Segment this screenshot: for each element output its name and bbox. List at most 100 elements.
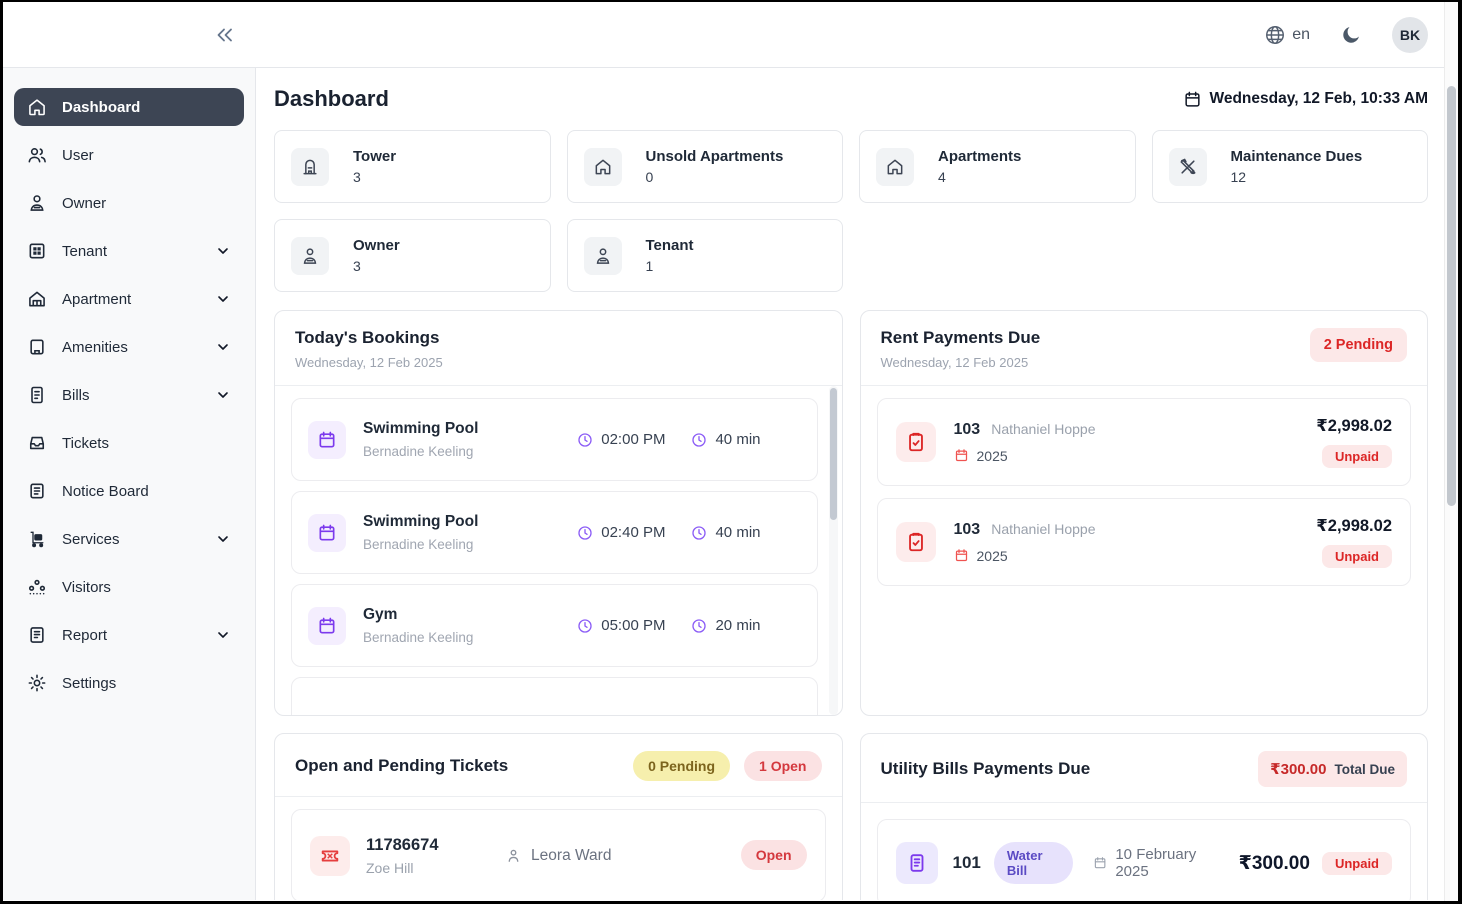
stat-card-owner[interactable]: Owner3	[274, 219, 551, 292]
bookings-list: Swimming Pool Bernadine Keeling 02:00 PM…	[275, 386, 842, 715]
stat-card-tower[interactable]: Tower 3	[274, 130, 551, 203]
stat-card-tenant[interactable]: Tenant1	[567, 219, 844, 292]
stat-label: Tower	[353, 148, 396, 165]
home-outline-icon	[885, 157, 905, 177]
sidebar-item-label: Dashboard	[62, 99, 231, 116]
services-cart-icon	[27, 529, 47, 549]
ticket-icon	[319, 845, 341, 867]
stat-label: Unsold Apartments	[646, 148, 784, 165]
total-due-label: Total Due	[1335, 762, 1396, 777]
language-label: en	[1292, 26, 1310, 44]
panel-title: Today's Bookings	[295, 328, 443, 348]
sidebar-item-label: Tickets	[62, 435, 231, 452]
sidebar-item-tickets[interactable]: Tickets	[14, 424, 244, 462]
panel-title: Rent Payments Due	[881, 328, 1041, 348]
sidebar-item-label: Apartment	[62, 291, 200, 308]
stat-card-apartments[interactable]: Apartments4	[859, 130, 1136, 203]
pending-tickets-badge: 0 Pending	[633, 751, 730, 781]
sidebar-item-visitors[interactable]: Visitors	[14, 568, 244, 606]
bookings-scrollbar-thumb[interactable]	[830, 388, 837, 520]
ticket-item[interactable]: 11786674 Zoe Hill Leora Ward Open	[291, 809, 826, 900]
stat-value: 3	[353, 169, 396, 185]
booking-item[interactable]: Swimming Pool Bernadine Keeling 02:00 PM…	[291, 398, 818, 481]
chevron-down-icon	[215, 627, 231, 643]
sidebar-item-apartment[interactable]: Apartment	[14, 280, 244, 318]
rent-unit: 103	[954, 421, 981, 439]
chevron-down-icon	[215, 243, 231, 259]
dark-mode-toggle[interactable]	[1340, 24, 1362, 46]
booking-item-partial[interactable]	[291, 677, 818, 715]
sidebar-item-notice-board[interactable]: Notice Board	[14, 472, 244, 510]
building-icon	[27, 337, 47, 357]
users-icon	[27, 145, 47, 165]
bookings-scrollbar[interactable]	[829, 386, 838, 715]
booking-item[interactable]: Gym Bernadine Keeling 05:00 PM 20 min	[291, 584, 818, 667]
bill-document-icon	[906, 852, 928, 874]
sidebar-collapse-button[interactable]	[213, 23, 237, 47]
sidebar-item-label: Bills	[62, 387, 200, 404]
bill-amount: ₹300.00	[1239, 852, 1310, 875]
sidebar-item-report[interactable]: Report	[14, 616, 244, 654]
sidebar-item-settings[interactable]: Settings	[14, 664, 244, 702]
page-scrollbar-thumb[interactable]	[1447, 86, 1456, 506]
utility-bills-panel: Utility Bills Payments Due ₹300.00 Total…	[860, 733, 1429, 900]
person-icon	[505, 847, 522, 864]
booking-amenity: Swimming Pool	[363, 420, 577, 438]
clock-icon	[691, 432, 707, 448]
house-icon	[27, 289, 47, 309]
sidebar-item-label: Amenities	[62, 339, 200, 356]
sidebar-item-owner[interactable]: Owner	[14, 184, 244, 222]
stat-value: 12	[1231, 169, 1363, 185]
user-avatar[interactable]: BK	[1392, 17, 1428, 53]
stat-card-maintenance-dues[interactable]: Maintenance Dues12	[1152, 130, 1429, 203]
sidebar-item-bills[interactable]: Bills	[14, 376, 244, 414]
report-icon	[27, 625, 47, 645]
page-title: Dashboard	[274, 86, 389, 112]
ticket-raised-by: Zoe Hill	[366, 860, 439, 876]
person-icon	[27, 193, 47, 213]
stat-value: 3	[353, 258, 400, 274]
main-content: Dashboard Wednesday, 12 Feb, 10:33 AM To…	[256, 68, 1458, 900]
rent-amount: ₹2,998.02	[1316, 416, 1392, 436]
rent-unit: 103	[954, 521, 981, 539]
visitors-group-icon	[27, 577, 47, 597]
booking-time: 05:00 PM	[601, 617, 665, 634]
stat-label: Tenant	[646, 237, 694, 254]
bill-icon	[27, 385, 47, 405]
booking-duration: 20 min	[715, 617, 760, 634]
calendar-icon	[954, 548, 969, 563]
bill-status-badge: Unpaid	[1322, 852, 1392, 875]
rent-due-item[interactable]: 103 Nathaniel Hoppe 2025 ₹2,998.02	[877, 498, 1412, 586]
panel-title: Open and Pending Tickets	[295, 756, 508, 776]
sidebar-item-label: Settings	[62, 675, 231, 692]
sidebar-item-dashboard[interactable]: Dashboard	[14, 88, 244, 126]
booking-person: Bernadine Keeling	[363, 630, 577, 645]
current-datetime: Wednesday, 12 Feb, 10:33 AM	[1183, 90, 1428, 109]
booking-item[interactable]: Swimming Pool Bernadine Keeling 02:40 PM…	[291, 491, 818, 574]
moon-icon	[1340, 24, 1362, 46]
bill-unit: 101	[953, 853, 981, 873]
chevron-down-icon	[215, 387, 231, 403]
tower-icon	[300, 157, 320, 177]
calendar-icon	[317, 616, 337, 636]
clock-icon	[691, 525, 707, 541]
stat-card-unsold-apartments[interactable]: Unsold Apartments0	[567, 130, 844, 203]
sidebar-item-label: Services	[62, 531, 200, 548]
rent-payments-panel: Rent Payments Due Wednesday, 12 Feb 2025…	[860, 310, 1429, 716]
chevron-double-left-icon	[213, 23, 237, 47]
total-due-badge: ₹300.00 Total Due	[1258, 751, 1407, 787]
sidebar-item-tenant[interactable]: Tenant	[14, 232, 244, 270]
todays-bookings-panel: Today's Bookings Wednesday, 12 Feb 2025 …	[274, 310, 843, 716]
rent-amount: ₹2,998.02	[1316, 516, 1392, 536]
home-icon	[27, 97, 47, 117]
utility-bill-item[interactable]: 101 Water Bill 10 February 2025 ₹300.00 …	[877, 819, 1412, 900]
language-selector[interactable]: en	[1264, 24, 1310, 46]
clipboard-check-icon	[905, 531, 927, 553]
sidebar-item-amenities[interactable]: Amenities	[14, 328, 244, 366]
bill-type-badge: Water Bill	[994, 842, 1073, 884]
ticket-assignee: Leora Ward	[531, 847, 611, 865]
sidebar-item-user[interactable]: User	[14, 136, 244, 174]
rent-due-item[interactable]: 103 Nathaniel Hoppe 2025 ₹2,998.02	[877, 398, 1412, 486]
sidebar-item-services[interactable]: Services	[14, 520, 244, 558]
page-scrollbar[interactable]	[1444, 2, 1458, 901]
